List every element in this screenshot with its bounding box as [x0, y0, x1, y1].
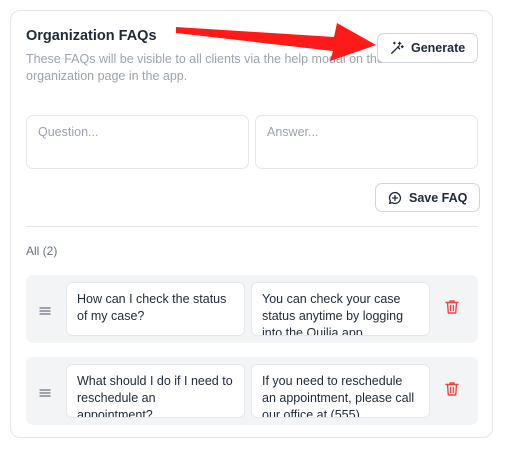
- faq-question[interactable]: How can I check the status of my case?: [66, 282, 245, 336]
- faq-count: All (2): [26, 244, 58, 258]
- faq-row: What should I do if I need to reschedule…: [26, 357, 478, 425]
- trash-icon[interactable]: [445, 381, 459, 402]
- generate-button-label: Generate: [411, 41, 466, 55]
- trash-icon[interactable]: [445, 299, 459, 320]
- drag-handle-icon[interactable]: [39, 385, 51, 403]
- save-faq-button[interactable]: Save FAQ: [375, 183, 481, 212]
- faq-answer[interactable]: If you need to reschedule an appointment…: [251, 364, 430, 418]
- generate-button[interactable]: Generate: [377, 33, 479, 63]
- drag-handle-icon[interactable]: [39, 303, 51, 321]
- faq-answer[interactable]: You can check your case status anytime b…: [251, 282, 430, 336]
- faq-row: How can I check the status of my case? Y…: [26, 275, 478, 343]
- section-title: Organization FAQs: [26, 28, 157, 44]
- faq-question[interactable]: What should I do if I need to reschedule…: [66, 364, 245, 418]
- divider: [26, 226, 478, 227]
- faq-card: Organization FAQs These FAQs will be vis…: [10, 10, 493, 438]
- save-faq-label: Save FAQ: [409, 190, 468, 205]
- message-plus-icon: [388, 191, 402, 205]
- answer-input[interactable]: [255, 115, 478, 169]
- question-input[interactable]: [26, 115, 249, 169]
- section-description: These FAQs will be visible to all client…: [26, 52, 384, 83]
- magic-wand-icon: [390, 41, 404, 55]
